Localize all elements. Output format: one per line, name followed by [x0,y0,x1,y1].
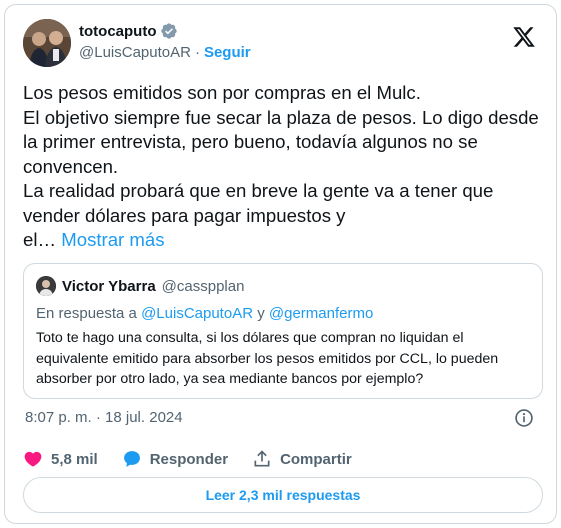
tweet-header: totocaputo @LuisCaputoAR · Seguir [23,19,540,71]
author-info: totocaputo @LuisCaputoAR · Seguir [79,22,251,62]
quoted-reply-context: En respuesta a @LuisCaputoAR y @germanfe… [36,305,373,322]
quoted-avatar-photo [36,276,56,296]
tweet-actions: 5,8 mil Responder Compartir [23,447,376,471]
separator-dot: · [194,44,200,61]
author-avatar[interactable] [23,19,71,67]
quoted-handle: @casspplan [161,277,245,295]
reply-mention-caputo[interactable]: @LuisCaputoAR [141,305,253,322]
verified-badge-icon[interactable] [160,22,178,40]
follow-button[interactable]: Seguir [204,44,251,61]
share-upload-icon [254,450,270,467]
info-icon[interactable] [514,408,534,428]
tweet-body: Los pesos emitidos son por compras en el… [23,81,543,253]
reply-label: Responder [149,450,229,468]
like-count: 5,8 mil [51,450,98,468]
reply-bubble-icon [123,451,140,467]
reply-and: y [253,305,269,322]
x-logo-icon[interactable] [512,25,536,49]
quoted-avatar [36,276,56,296]
avatar-photo [23,19,71,67]
show-more-link[interactable]: Mostrar más [61,229,164,250]
quoted-tweet[interactable]: Victor Ybarra @casspplan En respuesta a … [23,263,543,399]
quoted-header: Victor Ybarra @casspplan [36,276,244,296]
reply-button[interactable]: Responder [122,449,228,469]
share-label: Compartir [280,450,352,468]
author-display-name[interactable]: totocaputo [79,23,156,40]
read-replies-label: Leer 2,3 mil respuestas [205,487,361,503]
tweet-timestamp[interactable]: 8:07 p. m. · 18 jul. 2024 [25,409,183,426]
timestamp-row: 8:07 p. m. · 18 jul. 2024 [23,407,538,429]
reply-prefix: En respuesta a [36,305,142,322]
author-handle[interactable]: @LuisCaputoAR [79,44,191,61]
quoted-text: Toto te hago una consulta, si los dólare… [36,330,499,387]
like-button[interactable]: 5,8 mil [23,449,98,469]
read-replies-button[interactable]: Leer 2,3 mil respuestas [23,477,543,513]
tweet-body-text: Los pesos emitidos son por compras en el… [23,82,539,250]
reply-mention-germanfermo[interactable]: @germanfermo [269,305,373,322]
quoted-display-name: Victor Ybarra [62,277,156,295]
tweet-card: totocaputo @LuisCaputoAR · Seguir Los pe… [4,4,557,524]
share-button[interactable]: Compartir [252,449,352,469]
heart-icon [24,451,42,467]
